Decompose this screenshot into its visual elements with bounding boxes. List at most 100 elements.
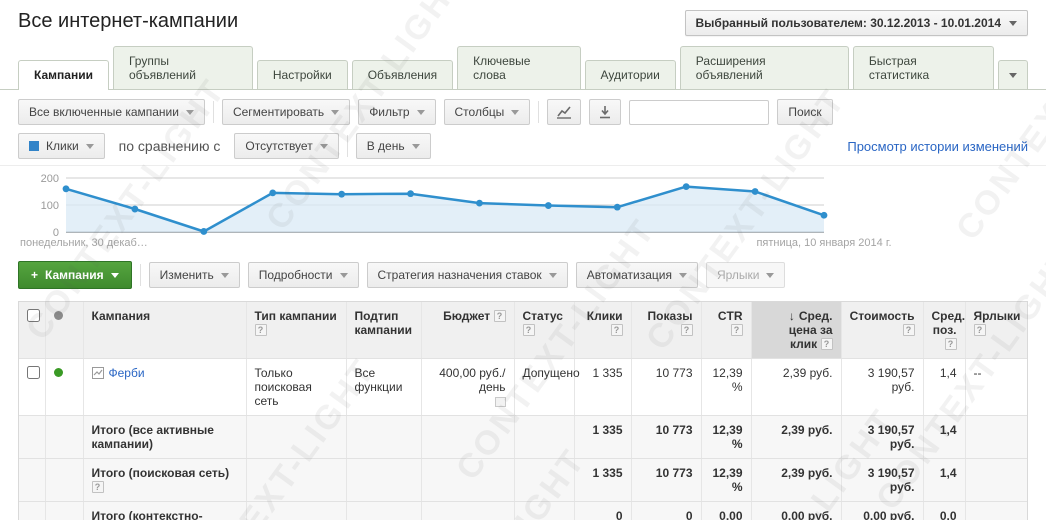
- search-input[interactable]: [629, 100, 769, 125]
- tab-keywords[interactable]: Ключевые слова: [457, 46, 580, 89]
- divider: [347, 135, 348, 157]
- clicks-line-chart: 0100200понедельник, 30 декаб…пятница, 10…: [18, 168, 1028, 250]
- cost-cell: 0,00 руб.: [841, 502, 923, 520]
- campaign-type-cell: Только поисковая сеть: [246, 359, 346, 416]
- sort-desc-icon: ↓: [789, 309, 795, 323]
- svg-text:100: 100: [41, 200, 59, 212]
- tab-settings[interactable]: Настройки: [257, 60, 348, 89]
- help-icon[interactable]: ?: [681, 324, 693, 336]
- col-avg-cpc-sorted[interactable]: ↓Сред. цена за клик ?: [751, 302, 841, 359]
- avg-cpc-cell: 2,39 руб.: [751, 459, 841, 502]
- caret-down-icon: [412, 144, 420, 149]
- avg-pos-cell: 1,4: [923, 416, 965, 459]
- columns-button[interactable]: Столбцы: [444, 99, 531, 125]
- impressions-cell: 0: [631, 502, 701, 520]
- chart-metric-toolbar: Клики по сравнению с Отсутствует В день …: [0, 131, 1046, 165]
- col-cost[interactable]: Стоимость ?: [841, 302, 923, 359]
- ctr-cell: 0,00 %: [701, 502, 751, 520]
- help-icon[interactable]: ?: [523, 324, 535, 336]
- download-icon: [598, 105, 612, 119]
- col-avg-pos[interactable]: Сред. поз. ?: [923, 302, 965, 359]
- performance-chart: 0100200понедельник, 30 декаб…пятница, 10…: [0, 165, 1046, 255]
- line-chart-icon: [556, 105, 572, 119]
- avg-cpc-cell: 0,00 руб.: [751, 502, 841, 520]
- automation-button[interactable]: Автоматизация: [576, 262, 698, 288]
- caret-down-icon: [86, 144, 94, 149]
- tab-ad-extensions[interactable]: Расширения объявлений: [680, 46, 849, 89]
- help-icon[interactable]: ?: [903, 324, 915, 336]
- plus-icon: +: [31, 268, 38, 282]
- col-campaign[interactable]: Кампания: [83, 302, 246, 359]
- clicks-cell: 1 335: [574, 459, 631, 502]
- col-campaign-subtype[interactable]: Подтип кампании: [346, 302, 421, 359]
- tab-campaigns[interactable]: Кампании: [18, 60, 109, 90]
- tab-ad-groups[interactable]: Группы объявлений: [113, 46, 253, 89]
- metric-selector-button[interactable]: Клики: [18, 133, 105, 159]
- filter-button[interactable]: Фильтр: [358, 99, 435, 125]
- col-ctr[interactable]: CTR ?: [701, 302, 751, 359]
- enabled-status-icon: [54, 368, 63, 377]
- col-impressions[interactable]: Показы ?: [631, 302, 701, 359]
- help-icon[interactable]: ?: [92, 481, 104, 493]
- tab-more-button[interactable]: [998, 60, 1028, 89]
- divider: [213, 101, 214, 123]
- row-checkbox[interactable]: [27, 366, 40, 379]
- caret-down-icon: [549, 273, 557, 278]
- campaign-actions-toolbar: + Кампания Изменить Подробности Стратеги…: [0, 255, 1046, 297]
- help-icon[interactable]: ?: [494, 310, 506, 322]
- change-history-link[interactable]: Просмотр истории изменений: [847, 139, 1028, 154]
- help-icon[interactable]: ?: [821, 338, 833, 350]
- col-clicks[interactable]: Клики ?: [574, 302, 631, 359]
- compare-selector-button[interactable]: Отсутствует: [234, 133, 338, 159]
- edit-button[interactable]: Изменить: [149, 262, 240, 288]
- ctr-cell: 12,39 %: [701, 459, 751, 502]
- segment-button[interactable]: Сегментировать: [222, 99, 350, 125]
- caret-down-icon: [186, 110, 194, 115]
- ctr-cell: 12,39 %: [701, 359, 751, 416]
- campaign-link[interactable]: Ферби: [109, 366, 145, 380]
- select-all-checkbox[interactable]: [27, 309, 40, 322]
- total-label: Итого (все активные кампании): [83, 416, 246, 459]
- cost-cell: 3 190,57 руб.: [841, 416, 923, 459]
- caret-down-icon: [331, 110, 339, 115]
- tab-dimensions[interactable]: Быстрая статистика: [853, 46, 994, 89]
- campaign-filter-button[interactable]: Все включенные кампании: [18, 99, 205, 125]
- help-icon[interactable]: ?: [731, 324, 743, 336]
- bid-strategy-button[interactable]: Стратегия назначения ставок: [367, 262, 568, 288]
- download-button[interactable]: [589, 99, 621, 125]
- help-icon[interactable]: ?: [945, 338, 957, 350]
- divider: [538, 101, 539, 123]
- details-button[interactable]: Подробности: [248, 262, 359, 288]
- tab-ads[interactable]: Объявления: [352, 60, 453, 89]
- total-display-network-row: Итого (контекстно-медийная сеть) ? 0 0 0…: [19, 502, 1027, 520]
- col-status[interactable]: Статус ?: [514, 302, 574, 359]
- series-color-swatch: [29, 141, 39, 151]
- toggle-graph-button[interactable]: [547, 99, 581, 125]
- search-button[interactable]: Поиск: [777, 99, 832, 125]
- col-budget[interactable]: Бюджет ?: [421, 302, 514, 359]
- avg-cpc-cell: 2,39 руб.: [751, 359, 841, 416]
- cost-cell: 3 190,57 руб.: [841, 459, 923, 502]
- edit-budget-icon[interactable]: [495, 397, 506, 407]
- caret-down-icon: [766, 273, 774, 278]
- labels-button[interactable]: Ярлыки: [706, 262, 786, 288]
- svg-text:200: 200: [41, 173, 59, 185]
- row-select-cell: [19, 359, 45, 416]
- status-cell: Допущено: [514, 359, 574, 416]
- granularity-button[interactable]: В день: [356, 133, 431, 159]
- help-icon[interactable]: ?: [255, 324, 267, 336]
- campaign-chart-icon[interactable]: [92, 367, 104, 379]
- date-range-button[interactable]: Выбранный пользователем: 30.12.2013 - 10…: [685, 10, 1028, 36]
- avg-cpc-cell: 2,39 руб.: [751, 416, 841, 459]
- col-campaign-type[interactable]: Тип кампании ?: [246, 302, 346, 359]
- main-tabbar: Кампании Группы объявлений Настройки Объ…: [0, 40, 1046, 90]
- caret-down-icon: [417, 110, 425, 115]
- col-labels[interactable]: Ярлыки ?: [965, 302, 1027, 359]
- help-icon[interactable]: ?: [611, 324, 623, 336]
- add-campaign-button[interactable]: + Кампания: [18, 261, 132, 289]
- total-search-network-row: Итого (поисковая сеть) ? 1 335 10 773 12…: [19, 459, 1027, 502]
- filter-toolbar: Все включенные кампании Сегментировать Ф…: [0, 90, 1046, 131]
- tab-audiences[interactable]: Аудитории: [585, 60, 676, 89]
- help-icon[interactable]: ?: [974, 324, 986, 336]
- caret-down-icon: [679, 273, 687, 278]
